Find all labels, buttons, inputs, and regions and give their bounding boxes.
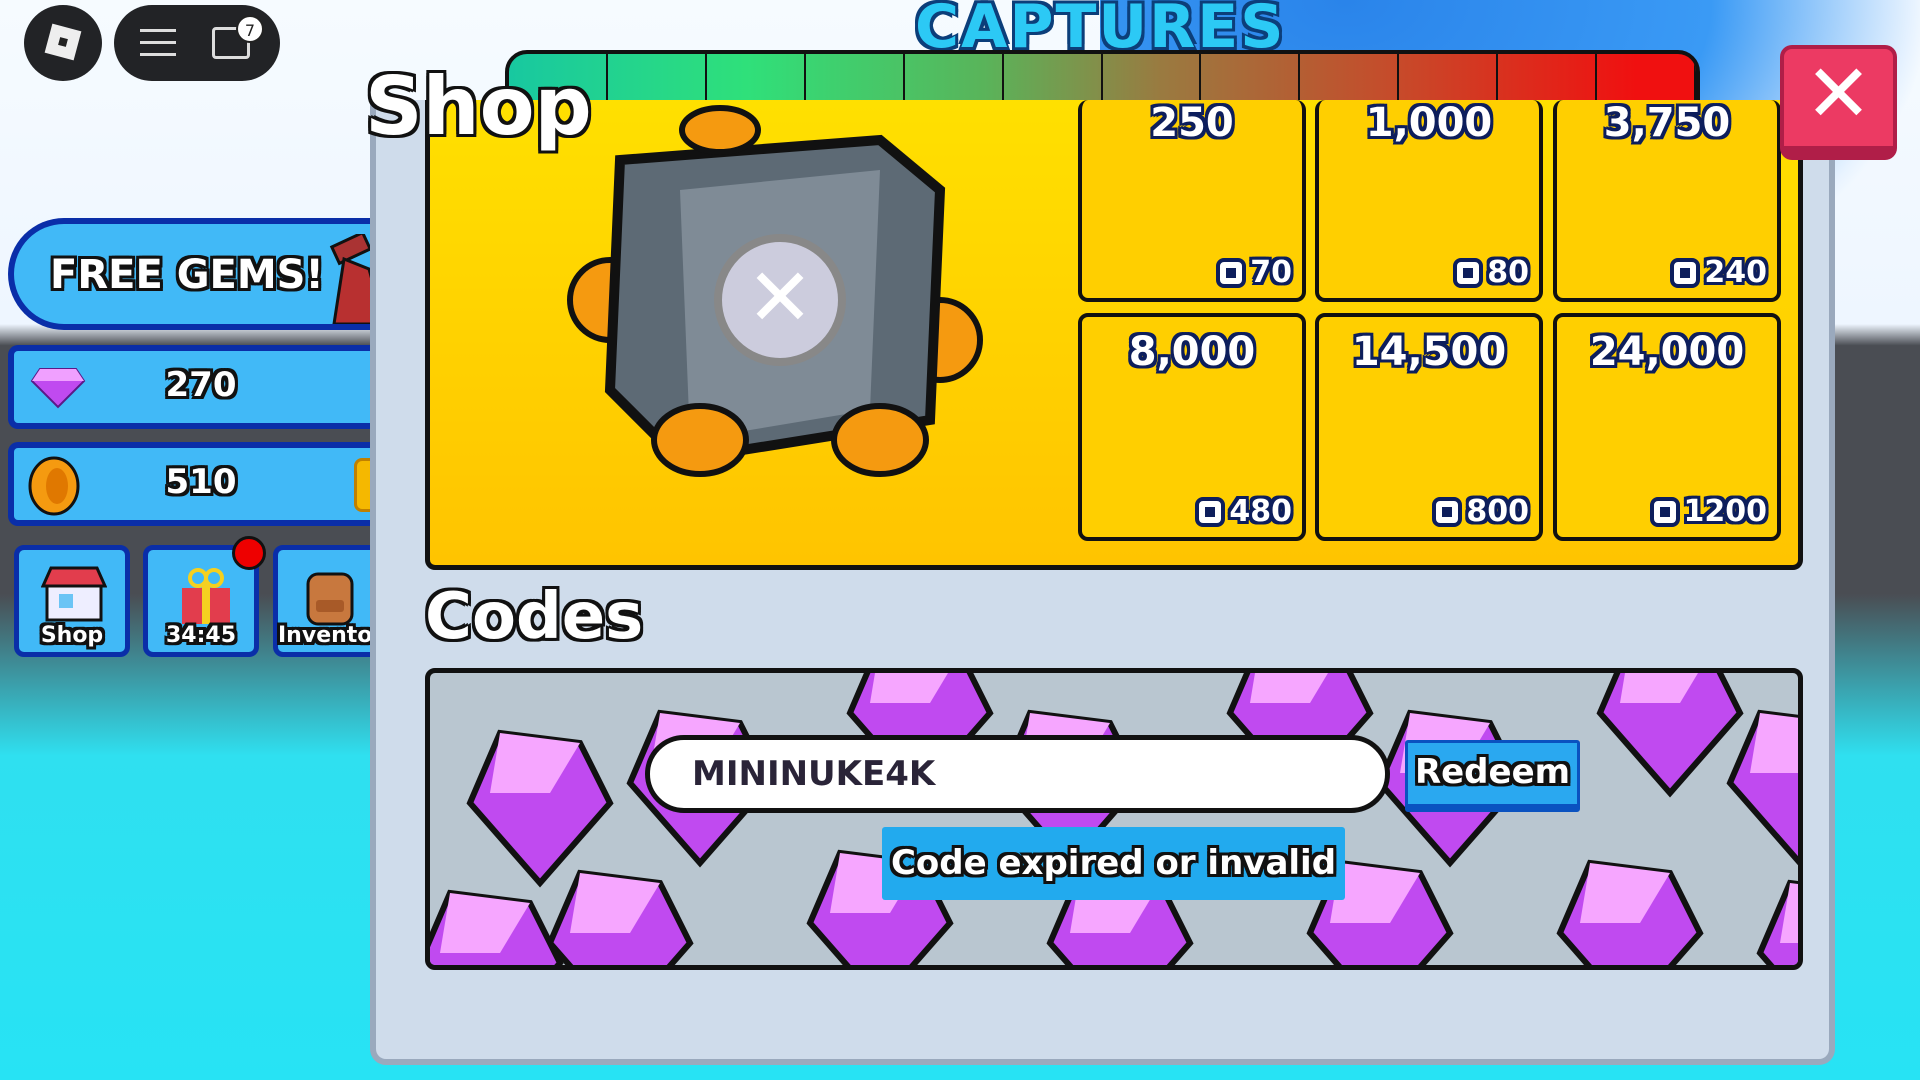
- shop-button-label: Shop: [40, 623, 104, 648]
- robux-icon: [1670, 257, 1701, 288]
- roblox-logo-icon: [44, 23, 82, 61]
- pack-amount: 14,500: [1351, 329, 1507, 375]
- coin-pack-8000[interactable]: 8,000 480: [1078, 313, 1306, 541]
- pack-amount: 24,000: [1589, 329, 1745, 375]
- svg-text:✕: ✕: [746, 251, 813, 344]
- gem-pattern-icon: [430, 673, 1798, 965]
- roblox-menu-button[interactable]: [24, 5, 102, 81]
- pack-price: 70: [1250, 255, 1292, 290]
- code-status-message: Code expired or invalid: [882, 827, 1345, 900]
- robux-icon: [1649, 496, 1680, 527]
- coins-value: 510: [165, 462, 237, 502]
- backpack-icon: [306, 572, 354, 626]
- inventory-button[interactable]: Inventory: [273, 545, 398, 657]
- hamburger-icon[interactable]: [140, 29, 176, 65]
- robux-icon: [1453, 257, 1484, 288]
- gift-timer: 34:45: [165, 623, 237, 648]
- gift-icon: [182, 568, 230, 624]
- pack-price: 80: [1487, 255, 1529, 290]
- robux-icon: [1432, 496, 1463, 527]
- chat-badge: 7: [236, 15, 264, 43]
- codes-title: Codes: [425, 580, 644, 654]
- pack-amount: 3,750: [1603, 100, 1731, 146]
- coin-pack-250[interactable]: 250 70: [1078, 100, 1306, 302]
- close-button[interactable]: ✕: [1780, 45, 1897, 160]
- free-gems-label: FREE GEMS!: [50, 252, 324, 298]
- shop-icon: [41, 566, 107, 622]
- safe-icon: ✕: [567, 105, 983, 477]
- redeem-button[interactable]: Redeem: [1405, 740, 1580, 812]
- free-gems-button[interactable]: FREE GEMS!: [8, 218, 388, 330]
- coin-pack-3750[interactable]: 3,750 240: [1553, 100, 1781, 302]
- pack-amount: 250: [1150, 100, 1234, 146]
- coin-pack-1000[interactable]: 1,000 80: [1315, 100, 1543, 302]
- robux-icon: [1216, 257, 1247, 288]
- topbar-pill: 7: [114, 5, 280, 81]
- inventory-button-label: Inventory: [278, 623, 398, 648]
- codes-box: [425, 668, 1803, 970]
- gems-counter: 270: [8, 345, 388, 429]
- gems-value: 270: [165, 365, 237, 405]
- shop-title: Shop: [365, 60, 592, 153]
- gift-button[interactable]: 34:45: [143, 536, 266, 657]
- code-input[interactable]: MININUKE4K: [645, 735, 1390, 813]
- coins-counter: 510: [8, 442, 394, 526]
- pack-price: 800: [1466, 494, 1529, 529]
- coin-pack-14500[interactable]: 14,500 800: [1315, 313, 1543, 541]
- shop-button[interactable]: Shop: [14, 545, 130, 657]
- pack-amount: 8,000: [1128, 329, 1256, 375]
- pack-amount: 1,000: [1365, 100, 1493, 146]
- close-icon: ✕: [1804, 47, 1873, 140]
- pack-price: 1200: [1683, 494, 1768, 529]
- coin-pack-24000[interactable]: 24,000 1200: [1553, 313, 1781, 541]
- robux-icon: [1195, 496, 1226, 527]
- pack-price: 240: [1704, 255, 1767, 290]
- notification-dot: [232, 536, 266, 570]
- pack-price: 480: [1229, 494, 1292, 529]
